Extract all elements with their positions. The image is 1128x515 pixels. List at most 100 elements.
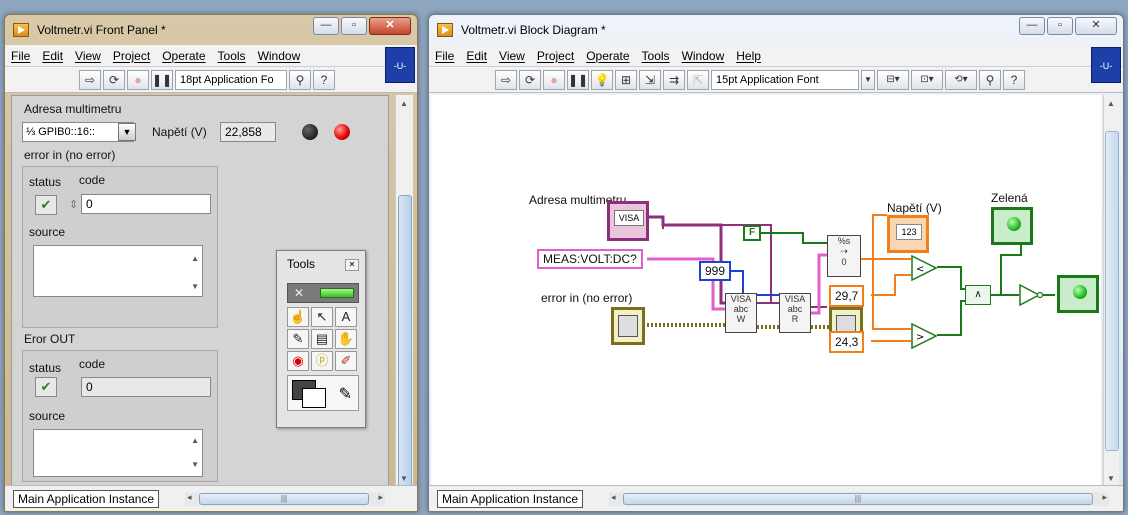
command-string-constant[interactable]: MEAS:VOLT:DC? — [537, 249, 643, 269]
tools-palette[interactable]: Tools ✕ ✕ ☝ ↖ A ✎ ▤ ✋ ◉ ⓟ ✐ ✎ — [276, 250, 366, 428]
menu-view[interactable]: View — [75, 49, 101, 63]
scroll-thumb[interactable] — [1105, 131, 1119, 451]
green-led-terminal[interactable] — [991, 207, 1033, 245]
search-icon[interactable]: ⚲ — [979, 69, 1001, 90]
scroll-up-icon[interactable]: ▲ — [191, 254, 199, 263]
spinner-arrows-icon[interactable]: ⇕ — [69, 198, 78, 211]
background-color-icon[interactable] — [302, 388, 326, 408]
automatic-tool-selection[interactable]: ✕ — [287, 283, 359, 303]
position-tool-icon[interactable]: ↖ — [311, 307, 333, 327]
greater-than-comparison-icon[interactable]: > — [911, 323, 937, 349]
menu-tools[interactable]: Tools — [218, 49, 246, 63]
probe-tool-icon[interactable]: ⓟ — [311, 351, 333, 371]
horizontal-scrollbar[interactable]: ◂ ||| ▸ — [185, 492, 385, 506]
boolean-false-constant[interactable]: F — [743, 225, 761, 241]
menu-help[interactable]: Help — [736, 49, 761, 63]
minimize-button[interactable]: — — [1019, 17, 1045, 35]
font-selector[interactable]: 15pt Application Font — [711, 69, 859, 90]
scroll-up-arrow-icon[interactable]: ▲ — [1107, 99, 1115, 108]
help-icon[interactable]: ? — [313, 69, 335, 90]
horizontal-scroll-thumb[interactable]: ||| — [199, 493, 369, 505]
step-over-icon[interactable]: ⇉ — [663, 69, 685, 90]
abort-icon[interactable]: ● — [543, 69, 565, 90]
scroll-down-icon[interactable]: ▼ — [191, 282, 199, 291]
scroll-down-arrow-icon[interactable]: ▼ — [400, 474, 408, 483]
byte-count-constant[interactable]: 999 — [699, 261, 732, 281]
front-panel-titlebar[interactable]: Voltmetr.vi Front Panel * — ▫ ✕ — [5, 15, 417, 45]
chevron-down-icon[interactable]: ▼ — [861, 69, 875, 90]
get-color-tool-icon[interactable]: ✐ — [335, 351, 357, 371]
menu-edit[interactable]: Edit — [42, 49, 63, 63]
not-gate-icon[interactable] — [1019, 283, 1043, 307]
scroll-left-icon[interactable]: ◂ — [187, 492, 192, 503]
search-icon[interactable]: ⚲ — [289, 69, 311, 90]
font-selector[interactable]: 18pt Application Fo — [175, 69, 287, 90]
run-continuously-icon[interactable]: ⟳ — [103, 69, 125, 90]
scroll-right-icon[interactable]: ▸ — [1102, 492, 1107, 503]
scroll-down-icon[interactable]: ▼ — [191, 460, 199, 469]
scroll-up-arrow-icon[interactable]: ▲ — [400, 99, 408, 108]
menu-edit[interactable]: Edit — [466, 49, 487, 63]
menu-operate[interactable]: Operate — [162, 49, 205, 63]
edit-text-tool-icon[interactable]: A — [335, 307, 357, 327]
close-button[interactable]: ✕ — [369, 17, 411, 35]
maximize-button[interactable]: ▫ — [341, 17, 367, 35]
highlight-execution-icon[interactable]: 💡 — [591, 69, 613, 90]
chevron-down-icon[interactable]: ▼ — [118, 123, 136, 141]
retain-wire-values-icon[interactable]: ⊞ — [615, 69, 637, 90]
less-than-comparison-icon[interactable]: < — [911, 255, 937, 281]
visa-read-node-icon[interactable]: VISA abc R — [779, 293, 811, 333]
menu-project[interactable]: Project — [537, 49, 574, 63]
close-button[interactable]: ✕ — [1075, 17, 1117, 35]
visa-write-node-icon[interactable]: VISA abc W — [725, 293, 757, 333]
scroll-thumb[interactable] — [398, 195, 412, 495]
help-icon[interactable]: ? — [1003, 69, 1025, 90]
maximize-button[interactable]: ▫ — [1047, 17, 1073, 35]
scroll-down-arrow-icon[interactable]: ▼ — [1107, 474, 1115, 483]
scroll-tool-icon[interactable]: ✋ — [335, 329, 357, 349]
error-in-status-checkmark[interactable]: ✔ — [35, 195, 57, 215]
minimize-button[interactable]: — — [313, 17, 339, 35]
lower-limit-constant[interactable]: 24,3 — [829, 331, 865, 353]
voltage-indicator-terminal[interactable]: 123 — [887, 215, 929, 253]
run-continuously-icon[interactable]: ⟳ — [519, 69, 541, 90]
upper-limit-constant[interactable]: 29,7 — [829, 285, 865, 307]
block-diagram-titlebar[interactable]: Voltmetr.vi Block Diagram * — ▫ ✕ — [429, 15, 1123, 45]
horizontal-scroll-thumb[interactable]: ||| — [623, 493, 1093, 505]
distribute-objects-icon[interactable]: ⊡▾ — [911, 69, 943, 90]
pause-icon[interactable]: ❚❚ — [151, 69, 173, 90]
operate-value-tool-icon[interactable]: ☝ — [287, 307, 309, 327]
menu-file[interactable]: File — [435, 49, 454, 63]
shortcut-menu-tool-icon[interactable]: ▤ — [311, 329, 333, 349]
scroll-up-icon[interactable]: ▲ — [191, 436, 199, 445]
menu-project[interactable]: Project — [113, 49, 150, 63]
run-arrow-icon[interactable]: ⇨ — [79, 69, 101, 90]
step-into-icon[interactable]: ⇲ — [639, 69, 661, 90]
scroll-right-icon[interactable]: ▸ — [378, 492, 383, 503]
align-objects-icon[interactable]: ⊟▾ — [877, 69, 909, 90]
abort-icon[interactable]: ● — [127, 69, 149, 90]
menu-operate[interactable]: Operate — [586, 49, 629, 63]
connect-wire-tool-icon[interactable]: ✎ — [287, 329, 309, 349]
step-out-icon[interactable]: ⇱ — [687, 69, 709, 90]
front-panel-vertical-scrollbar[interactable]: ▲ ▼ — [395, 95, 413, 495]
menu-tools[interactable]: Tools — [642, 49, 670, 63]
menu-file[interactable]: File — [11, 49, 30, 63]
run-arrow-icon[interactable]: ⇨ — [495, 69, 517, 90]
menu-view[interactable]: View — [499, 49, 525, 63]
pause-icon[interactable]: ❚❚ — [567, 69, 589, 90]
scan-from-string-node-icon[interactable]: %s ⇢ 0 — [827, 235, 861, 277]
reorder-icon[interactable]: ⟲▾ — [945, 69, 977, 90]
menu-window[interactable]: Window — [682, 49, 725, 63]
block-diagram-vertical-scrollbar[interactable]: ▲ ▼ — [1103, 95, 1119, 487]
error-in-terminal[interactable] — [611, 307, 645, 345]
led-output-terminal[interactable] — [1057, 275, 1099, 313]
scroll-left-icon[interactable]: ◂ — [611, 492, 616, 503]
horizontal-scrollbar[interactable]: ◂ ||| ▸ — [609, 492, 1109, 506]
error-in-code-field[interactable]: 0 — [81, 194, 211, 214]
menu-window[interactable]: Window — [258, 49, 301, 63]
application-instance-label[interactable]: Main Application Instance — [13, 490, 160, 508]
set-color-tool[interactable]: ✎ — [287, 375, 359, 411]
error-in-source-field[interactable]: ▲ ▼ — [33, 245, 203, 297]
visa-resource-terminal[interactable]: VISA — [607, 201, 649, 241]
